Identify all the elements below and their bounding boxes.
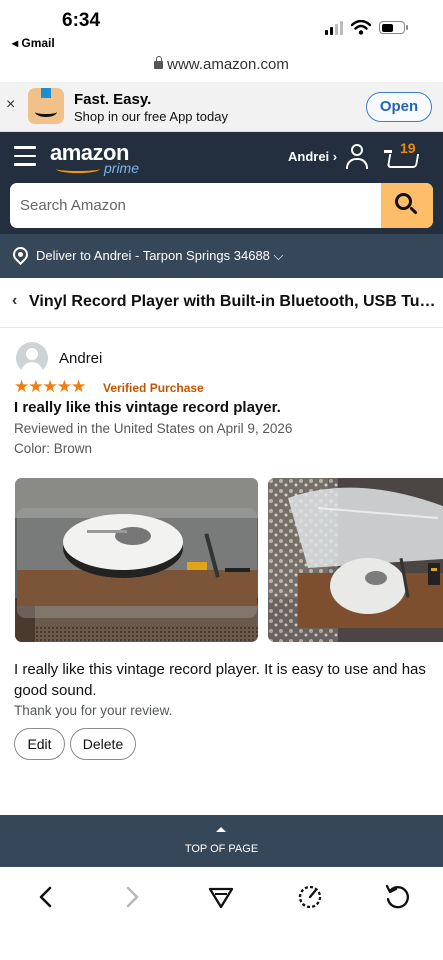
- wifi-icon: [351, 20, 371, 35]
- back-chevron-icon[interactable]: ‹: [12, 292, 17, 310]
- battery-fill: [381, 23, 394, 32]
- url-text: www.amazon.com: [167, 56, 289, 73]
- amazon-app-icon: [28, 88, 64, 124]
- reload-icon[interactable]: [375, 875, 419, 919]
- browser-toolbar: [0, 867, 443, 960]
- amazon-header: amazon prime Andrei › 19: [0, 132, 443, 234]
- close-icon[interactable]: ×: [6, 96, 15, 114]
- lock-icon: [154, 56, 164, 69]
- review-title: I really like this vintage record player…: [14, 399, 281, 416]
- deliver-to-bar[interactable]: Deliver to Andrei - Tarpon Springs 34688…: [0, 234, 443, 278]
- banner-subtitle: Shop in our free App today: [74, 109, 228, 124]
- search-button[interactable]: [381, 183, 433, 228]
- status-time: 6:34: [62, 10, 101, 31]
- amazon-smile-icon: [56, 165, 100, 173]
- search-icon: [395, 193, 419, 217]
- star-rating: ★★★★★: [14, 377, 86, 396]
- cart-icon[interactable]: 19: [384, 140, 424, 172]
- cellular-signal-icon: [325, 20, 343, 35]
- edit-review-button[interactable]: Edit: [14, 728, 65, 760]
- search-input[interactable]: [10, 183, 381, 228]
- top-of-page-button[interactable]: TOP OF PAGE: [0, 815, 443, 867]
- battery-icon: [379, 21, 408, 34]
- status-bar: 6:34 ◂ Gmail: [0, 0, 443, 56]
- review-date: Reviewed in the United States on April 9…: [14, 421, 293, 436]
- status-icons: [325, 20, 408, 35]
- user-icon[interactable]: [345, 144, 369, 170]
- account-link[interactable]: Andrei ›: [288, 149, 337, 164]
- review-photo-2[interactable]: [268, 478, 443, 642]
- thanks-message: Thank you for your review.: [14, 703, 173, 718]
- reviewer-name: Andrei: [59, 350, 103, 367]
- verified-purchase-badge: Verified Purchase: [103, 381, 204, 395]
- deliver-to-text: Deliver to Andrei - Tarpon Springs 34688…: [36, 248, 284, 263]
- search-box: [10, 183, 433, 228]
- avatar: [16, 342, 48, 374]
- delete-review-button[interactable]: Delete: [70, 728, 136, 760]
- up-arrow-icon: [216, 827, 226, 832]
- speedometer-icon[interactable]: [288, 875, 332, 919]
- product-title-row[interactable]: ‹ Vinyl Record Player with Built-in Blue…: [0, 278, 443, 328]
- product-title[interactable]: Vinyl Record Player with Built-in Blueto…: [29, 293, 439, 311]
- url-bar[interactable]: www.amazon.com: [0, 56, 443, 82]
- app-banner: × Fast. Easy. Shop in our free App today…: [0, 82, 443, 132]
- review-color-variant: Color: Brown: [14, 441, 93, 456]
- location-pin-icon: [9, 243, 32, 266]
- back-to-gmail[interactable]: ◂ Gmail: [12, 36, 55, 50]
- top-of-page-label: TOP OF PAGE: [184, 843, 259, 855]
- back-arrow-icon[interactable]: [23, 875, 67, 919]
- review-photo-1[interactable]: [15, 478, 258, 642]
- review-body: I really like this vintage record player…: [14, 661, 426, 699]
- prime-label: prime: [104, 160, 140, 176]
- forward-arrow-icon[interactable]: [111, 875, 155, 919]
- menu-icon[interactable]: [14, 146, 36, 172]
- open-app-button[interactable]: Open: [366, 92, 432, 122]
- banner-title: Fast. Easy.: [74, 91, 152, 108]
- share-send-icon[interactable]: [199, 875, 243, 919]
